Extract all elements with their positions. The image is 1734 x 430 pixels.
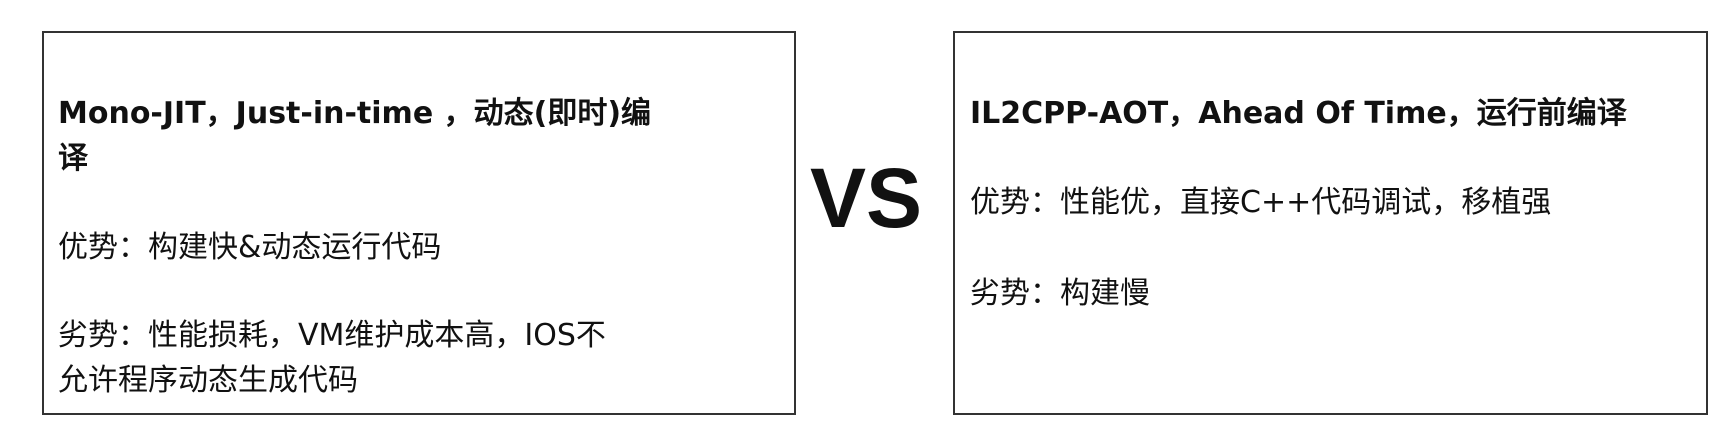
mono-jit-title-cont: 译 <box>58 141 88 176</box>
mono-jit-cons: 劣势：性能损耗，VM维护成本高，IOS不 <box>58 318 606 353</box>
mono-jit-pros: 优势：构建快&动态运行代码 <box>58 230 442 265</box>
vs-label: VS <box>810 151 923 245</box>
il2cpp-pros: 优势：性能优，直接C++代码调试，移植强 <box>970 185 1552 220</box>
il2cpp-title: IL2CPP-AOT，Ahead Of Time，运行前编译 <box>970 96 1627 131</box>
il2cpp-cons: 劣势：构建慢 <box>970 276 1150 311</box>
il2cpp-aot-box: IL2CPP-AOT，Ahead Of Time，运行前编译 优势：性能优，直接… <box>953 31 1708 415</box>
mono-jit-box: Mono-JIT，Just-in-time ，动态(即时)编 译 优势：构建快&… <box>42 31 796 415</box>
slide: Mono-JIT，Just-in-time ，动态(即时)编 译 优势：构建快&… <box>0 0 1734 430</box>
mono-jit-cons-cont: 允许程序动态生成代码 <box>58 363 358 398</box>
mono-jit-title: Mono-JIT，Just-in-time ，动态(即时)编 <box>58 96 652 131</box>
